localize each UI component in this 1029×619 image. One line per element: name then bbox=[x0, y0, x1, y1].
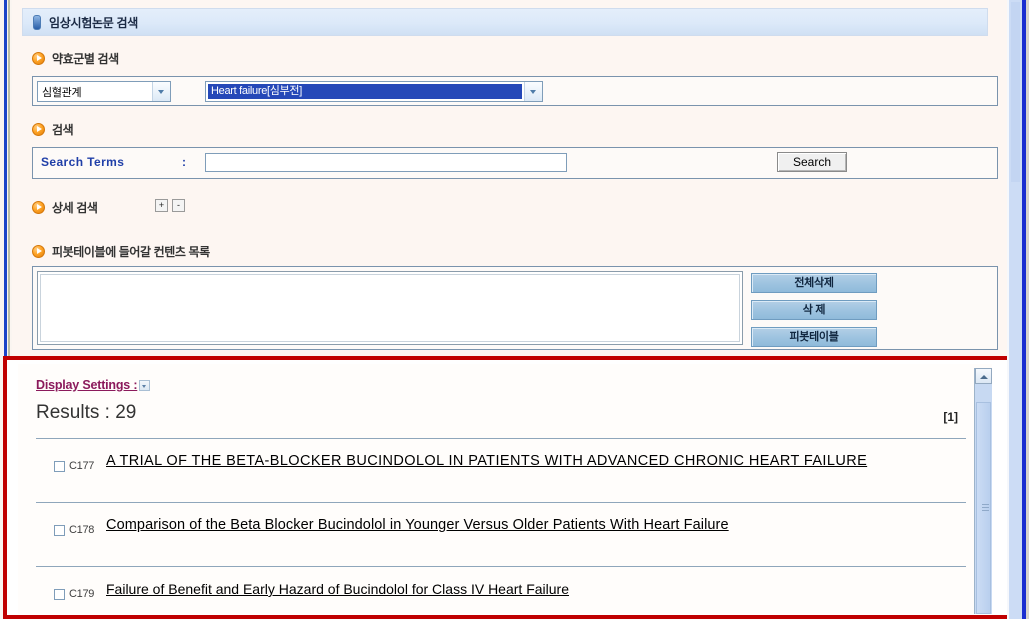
row-title-link[interactable]: Comparison of the Beta Blocker Bucindolo… bbox=[106, 517, 729, 533]
search-terms-label: Search Terms bbox=[41, 155, 125, 169]
scroll-up-button[interactable] bbox=[975, 368, 992, 384]
results-region-highlight: Display Settings : Results : 29 [1] C177… bbox=[3, 356, 1026, 619]
chevron-down-icon bbox=[524, 82, 542, 101]
table-row: C178 Comparison of the Beta Blocker Buci… bbox=[36, 503, 966, 567]
results-scroll-track[interactable] bbox=[975, 384, 992, 614]
indication-select-value: Heart failure[심부전] bbox=[208, 84, 522, 99]
expand-button[interactable]: + bbox=[155, 199, 168, 212]
pill-icon bbox=[33, 14, 41, 30]
arrow-bullet-icon bbox=[32, 51, 45, 65]
row-code: C177 bbox=[69, 460, 95, 472]
search-terms-row: Search Terms : Search bbox=[32, 147, 998, 179]
section-label-drug-class: 약효군별 검색 bbox=[52, 51, 119, 66]
search-form-panel: 임상시험논문 검색 약효군별 검색 심혈관계 Heart failure[심부전… bbox=[12, 0, 1000, 356]
row-checkbox[interactable] bbox=[54, 461, 65, 472]
section-header-advanced: 상세 검색 bbox=[32, 198, 98, 216]
arrow-bullet-icon bbox=[32, 122, 45, 136]
application-window: 임상시험논문 검색 약효군별 검색 심혈관계 Heart failure[심부전… bbox=[0, 0, 1029, 619]
search-button[interactable]: Search bbox=[777, 152, 847, 172]
arrow-bullet-icon bbox=[32, 244, 45, 258]
row-title-link[interactable]: Failure of Benefit and Early Hazard of B… bbox=[106, 581, 569, 597]
section-header-drug-class: 약효군별 검색 bbox=[32, 49, 119, 67]
row-title-link[interactable]: A TRIAL OF THE BETA-BLOCKER BUCINDOLOL I… bbox=[106, 453, 867, 469]
display-settings-label: Display Settings : bbox=[36, 378, 138, 392]
indication-select[interactable]: Heart failure[심부전] bbox=[205, 81, 543, 102]
chevron-down-icon bbox=[152, 82, 170, 101]
search-terms-colon: : bbox=[182, 155, 186, 169]
section-label-pivot: 피봇테이블에 들어갈 컨텐츠 목록 bbox=[52, 244, 210, 259]
drug-class-select-row: 심혈관계 Heart failure[심부전] bbox=[32, 76, 998, 106]
results-scroll-thumb[interactable] bbox=[976, 402, 991, 614]
delete-button[interactable]: 삭 제 bbox=[751, 300, 877, 320]
indication-select-wrap: Heart failure[심부전] bbox=[206, 82, 524, 101]
results-scrollbar[interactable] bbox=[974, 368, 992, 614]
section-label-search: 검색 bbox=[52, 122, 74, 137]
pivot-contents-list-inner bbox=[40, 274, 740, 342]
page-scrollbar[interactable] bbox=[1007, 0, 1029, 619]
row-checkbox[interactable] bbox=[54, 525, 65, 536]
pivot-contents-list[interactable] bbox=[37, 271, 743, 345]
section-header-pivot: 피봇테이블에 들어갈 컨텐츠 목록 bbox=[32, 242, 210, 260]
pivot-table-button[interactable]: 피봇테이블 bbox=[751, 327, 877, 347]
table-row: C177 A TRIAL OF THE BETA-BLOCKER BUCINDO… bbox=[36, 439, 966, 503]
page-scroll-thumb[interactable] bbox=[1011, 2, 1020, 182]
results-panel: Display Settings : Results : 29 [1] C177… bbox=[17, 364, 992, 614]
row-code: C178 bbox=[69, 524, 95, 536]
page-title: 임상시험논문 검색 bbox=[49, 15, 138, 30]
drug-class-select[interactable]: 심혈관계 bbox=[37, 81, 171, 102]
advanced-toggle-group: + - bbox=[155, 199, 185, 212]
page-index: [1] bbox=[943, 410, 958, 424]
pivot-contents-area: 전체삭제 삭 제 피봇테이블 bbox=[32, 266, 998, 350]
chevron-down-icon[interactable] bbox=[139, 379, 151, 391]
row-checkbox[interactable] bbox=[54, 589, 65, 600]
panel-title-bar: 임상시험논문 검색 bbox=[22, 8, 988, 36]
section-label-advanced: 상세 검색 bbox=[52, 200, 98, 215]
scroll-grip-icon bbox=[982, 504, 989, 512]
arrow-bullet-icon bbox=[32, 200, 45, 214]
collapse-button[interactable]: - bbox=[172, 199, 185, 212]
row-code: C179 bbox=[69, 588, 95, 600]
drug-class-select-value: 심혈관계 bbox=[42, 86, 82, 99]
results-count: Results : 29 bbox=[36, 402, 137, 423]
display-settings-toggle[interactable]: Display Settings : bbox=[36, 378, 151, 392]
search-input[interactable] bbox=[205, 153, 567, 172]
table-row: C179 Failure of Benefit and Early Hazard… bbox=[36, 567, 966, 619]
delete-all-button[interactable]: 전체삭제 bbox=[751, 273, 877, 293]
section-header-search: 검색 bbox=[32, 120, 74, 138]
